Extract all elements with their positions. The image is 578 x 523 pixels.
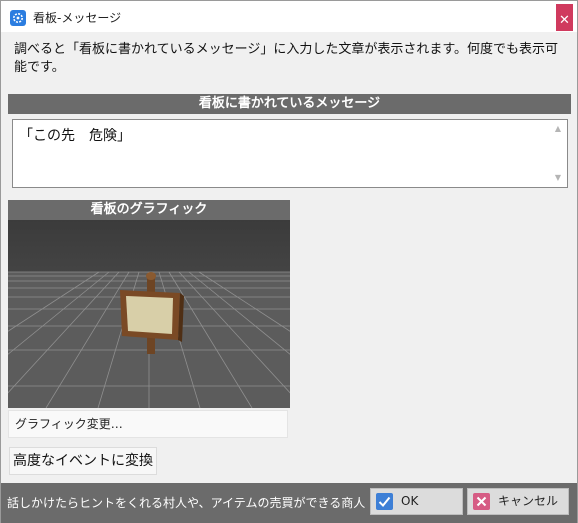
message-text: 「この先 危険」 bbox=[19, 128, 131, 144]
cancel-button[interactable]: キャンセル bbox=[467, 488, 569, 515]
ok-button[interactable]: OK bbox=[370, 488, 463, 515]
ok-label: OK bbox=[401, 494, 419, 508]
close-icon: ✕ bbox=[559, 13, 570, 28]
close-button[interactable]: ✕ bbox=[556, 4, 573, 31]
gear-icon bbox=[10, 10, 26, 26]
dialog-window: 看板-メッセージ ✕ 調べると「看板に書かれているメッセージ」に入力した文章が表… bbox=[0, 0, 578, 523]
check-icon bbox=[376, 493, 393, 510]
graphic-section-header: 看板のグラフィック bbox=[8, 200, 290, 220]
message-textarea[interactable]: 「この先 危険」 ▲ ▼ bbox=[12, 119, 568, 188]
change-graphic-button[interactable]: グラフィック変更… bbox=[8, 410, 288, 438]
message-section-header: 看板に書かれているメッセージ bbox=[8, 94, 571, 114]
bottom-bar: 話しかけたらヒントをくれる村人や、アイテムの売買ができる商人、お金 OK キャン… bbox=[1, 483, 577, 523]
cancel-label: キャンセル bbox=[498, 494, 559, 508]
signboard-graphic bbox=[8, 220, 290, 408]
scroll-up-icon[interactable]: ▲ bbox=[553, 124, 563, 134]
hint-text: 話しかけたらヒントをくれる村人や、アイテムの売買ができる商人、お金 bbox=[7, 496, 365, 510]
description-text: 調べると「看板に書かれているメッセージ」に入力した文章が表示されます。何度でも表… bbox=[14, 42, 559, 75]
title-bar: 看板-メッセージ ✕ bbox=[1, 1, 577, 32]
graphic-preview bbox=[8, 220, 290, 408]
window-title: 看板-メッセージ bbox=[33, 11, 122, 25]
scroll-down-icon[interactable]: ▼ bbox=[553, 173, 563, 183]
cross-icon bbox=[473, 493, 490, 510]
convert-advanced-event-button[interactable]: 高度なイベントに変換 bbox=[9, 447, 157, 475]
